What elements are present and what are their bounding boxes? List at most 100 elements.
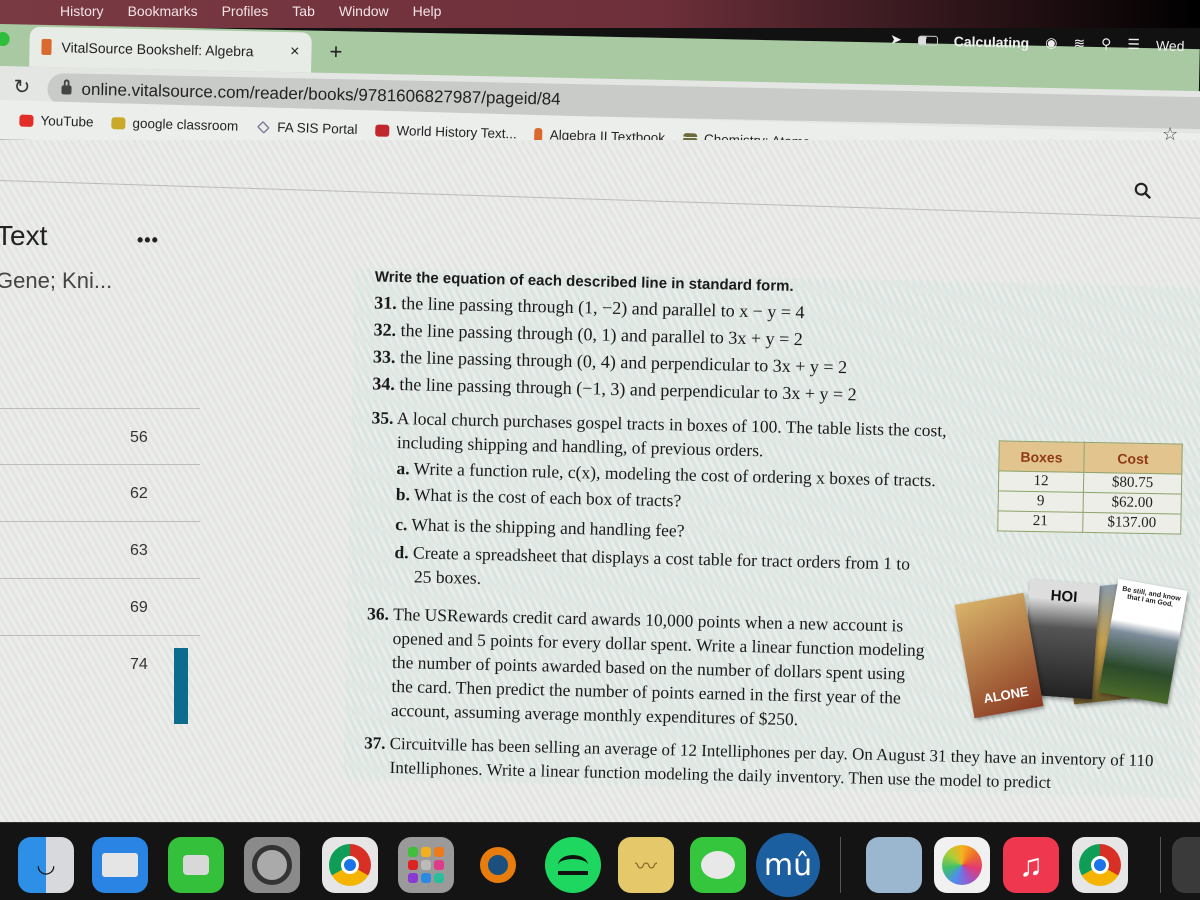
cost-table: Boxes Cost 12 $80.75 9 $62.00 21 $137.00: [997, 440, 1183, 535]
question-text: A local church purchases gospel tracts i…: [396, 407, 947, 461]
page-list-item[interactable]: 56: [0, 408, 200, 465]
cost-cell: $80.75: [1083, 472, 1182, 495]
reload-icon[interactable]: ↻: [13, 74, 30, 99]
cost-cell: $137.00: [1082, 512, 1182, 535]
launchpad-icon[interactable]: [398, 837, 454, 893]
menu-bookmarks[interactable]: Bookmarks: [128, 3, 198, 19]
mail-icon[interactable]: [92, 837, 148, 893]
divider: [0, 180, 1200, 220]
column-header-cost: Cost: [1083, 442, 1183, 475]
book-favicon-icon: [41, 38, 52, 56]
page-number: 69: [130, 599, 148, 616]
sidebar-title: Text: [0, 220, 48, 251]
page-list: 56 62 63 69 74: [0, 408, 200, 693]
location-arrow-icon: ➤: [889, 30, 902, 48]
more-options-icon[interactable]: •••: [137, 230, 159, 251]
part-text: What is the shipping and handling fee?: [411, 514, 685, 541]
question-36: 36. The USRewards credit card awards 10,…: [345, 601, 928, 734]
question-number: 36.: [366, 603, 390, 624]
question-number: 34.: [372, 373, 396, 394]
airdrop-icon[interactable]: ◉: [1045, 34, 1058, 51]
preview-icon[interactable]: [866, 837, 922, 893]
question-35d: d. Create a spreadsheet that displays a …: [368, 539, 929, 600]
table-header-row: Boxes Cost: [998, 440, 1183, 475]
bookmark-google-classroom[interactable]: google classroom: [111, 115, 238, 134]
lock-icon: [61, 84, 72, 95]
part-label: a.: [396, 457, 410, 479]
battery-icon[interactable]: [917, 34, 938, 46]
part-text: Create a spreadsheet that displays a cos…: [412, 542, 911, 588]
macos-menu-bar: History Bookmarks Profiles Tab Window He…: [0, 0, 1200, 28]
book-author: Gene; Kni...: [0, 268, 113, 293]
bookmark-youtube[interactable]: YouTube: [19, 113, 94, 130]
bookmark-world-history[interactable]: World History Text...: [375, 122, 517, 141]
chrome-app-icon[interactable]: [1072, 837, 1128, 893]
dock-divider: [1160, 837, 1161, 893]
page-list-item[interactable]: 74: [0, 636, 200, 693]
menu-history[interactable]: History: [60, 3, 104, 19]
question-number: 31.: [373, 292, 397, 313]
trash-icon[interactable]: [1172, 837, 1200, 893]
finder-icon[interactable]: ◡: [18, 837, 74, 893]
layers-icon: [256, 120, 270, 134]
boxes-cell: 9: [998, 490, 1084, 513]
bookmark-label: YouTube: [40, 113, 94, 130]
question-number: 35.: [371, 407, 394, 428]
part-label: d.: [394, 541, 409, 563]
app-menu: History Bookmarks Profiles Tab Window He…: [0, 3, 441, 19]
bookmark-fa-sis-portal[interactable]: FA SIS Portal: [256, 119, 358, 137]
tab-close-icon[interactable]: ×: [290, 43, 300, 61]
boxes-cell: 12: [998, 470, 1084, 493]
search-icon[interactable]: [1134, 182, 1152, 200]
music-icon[interactable]: ♫: [1003, 837, 1059, 893]
part-text: What is the cost of each box of tracts?: [413, 484, 682, 511]
tab-title: VitalSource Bookshelf: Algebra: [61, 39, 254, 60]
menu-help[interactable]: Help: [413, 3, 442, 19]
column-header-boxes: Boxes: [998, 440, 1085, 473]
question-number: 33.: [372, 346, 396, 367]
youtube-icon: [19, 114, 34, 127]
bookmark-label: FA SIS Portal: [277, 119, 358, 137]
menu-window[interactable]: Window: [339, 3, 389, 19]
page-list-item-active[interactable]: 69: [0, 579, 200, 636]
chrome-icon[interactable]: [322, 837, 378, 893]
macos-dock: ◡ 〰 mû ♫: [0, 822, 1200, 900]
page-number: 74: [130, 656, 148, 673]
messages-icon[interactable]: [690, 837, 746, 893]
menu-tab[interactable]: Tab: [292, 3, 315, 19]
menu-profiles[interactable]: Profiles: [222, 3, 269, 19]
bookmark-label: World History Text...: [396, 123, 517, 142]
page-list-item[interactable]: 62: [0, 465, 200, 522]
notes-icon[interactable]: 〰: [618, 837, 674, 893]
spotify-icon[interactable]: [545, 837, 601, 893]
question-35: 35. A local church purchases gospel trac…: [348, 405, 972, 601]
page-number: 62: [130, 485, 148, 502]
battery-status-text[interactable]: Calculating: [954, 33, 1030, 51]
boxes-cell: 21: [997, 510, 1083, 533]
blender-icon[interactable]: [470, 837, 526, 893]
question-number: 32.: [373, 319, 397, 340]
system-preferences-icon[interactable]: [244, 837, 300, 893]
page-number: 56: [130, 429, 148, 446]
wifi-icon[interactable]: ≋: [1073, 35, 1085, 52]
question-text: The USRewards credit card awards 10,000 …: [390, 603, 925, 730]
new-tab-button[interactable]: +: [329, 39, 342, 65]
dock-divider: [840, 837, 841, 893]
question-number: 37.: [364, 733, 386, 753]
page-list-item[interactable]: 63: [0, 522, 200, 579]
control-center-icon[interactable]: ☰: [1127, 36, 1140, 53]
browser-tab-active[interactable]: VitalSource Bookshelf: Algebra ×: [29, 26, 312, 73]
window-maximize-button[interactable]: [0, 31, 10, 47]
bookmark-label: google classroom: [132, 115, 239, 134]
part-label: c.: [394, 513, 408, 535]
cost-cell: $62.00: [1082, 492, 1182, 515]
part-label: b.: [395, 483, 411, 505]
bookmark-star-icon[interactable]: ☆: [1162, 124, 1178, 145]
spotlight-search-icon[interactable]: ⚲: [1101, 35, 1112, 52]
photos-icon[interactable]: [934, 837, 990, 893]
menubar-clock[interactable]: Wed: [1156, 37, 1185, 54]
musescore-icon[interactable]: mû: [756, 833, 820, 897]
facetime-icon[interactable]: [168, 837, 224, 893]
google-classroom-icon: [111, 116, 126, 130]
mcgraw-hill-icon: [375, 123, 390, 137]
